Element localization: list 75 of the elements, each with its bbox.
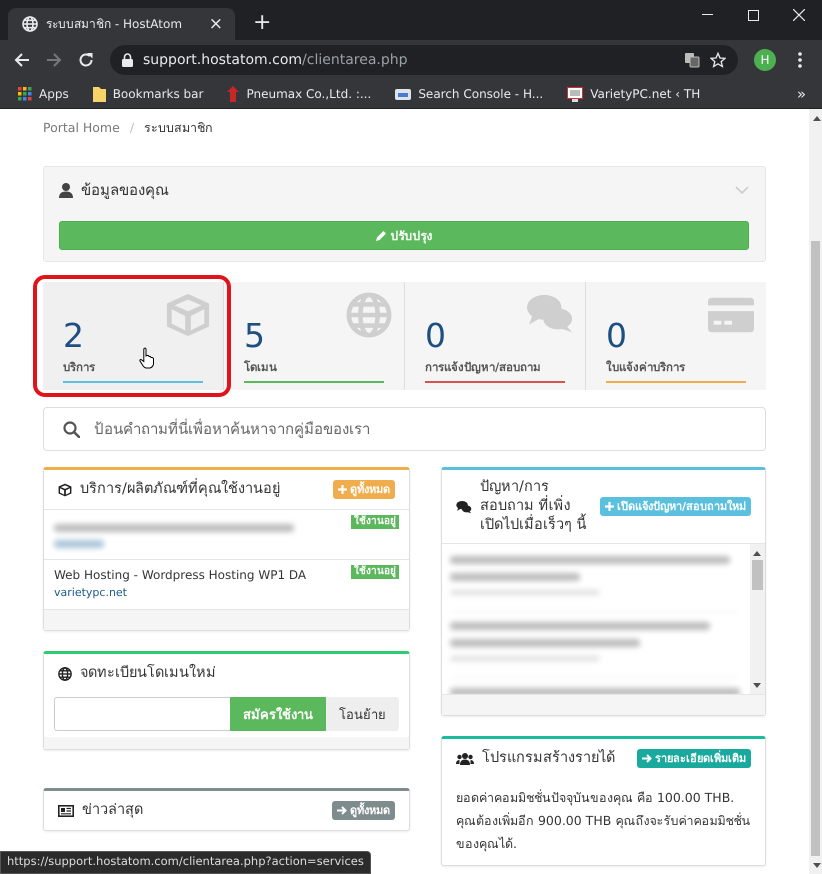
address-bar[interactable]: support.hostatom.com/clientarea.php xyxy=(110,45,738,75)
stat-tile[interactable]: 2 บริการ xyxy=(43,282,223,390)
logo-icon xyxy=(227,86,240,102)
new-tab-button[interactable]: + xyxy=(249,10,276,35)
folder-icon xyxy=(92,86,106,102)
stat-count: 2 xyxy=(63,316,84,356)
bookmark[interactable]: Bookmarks bar xyxy=(84,86,212,102)
panel-title: โปรแกรมสร้างรายได้ xyxy=(482,749,616,768)
apps-grid-icon xyxy=(18,87,32,101)
maximize-icon xyxy=(748,10,758,20)
stat-count: 0 xyxy=(606,316,627,356)
scrollbar[interactable] xyxy=(809,109,822,874)
newspaper-icon xyxy=(58,804,74,816)
lock-icon xyxy=(122,53,133,67)
arrow-right-icon xyxy=(337,806,347,815)
panel-title: ข่าวล่าสุด xyxy=(82,801,144,820)
star-icon xyxy=(710,52,726,68)
breadcrumb-separator: / xyxy=(130,120,134,134)
user-icon xyxy=(59,182,73,198)
stat-tile[interactable]: 5 โดเมน xyxy=(223,282,404,390)
commission-text: ยอดค่าคอมมิชชั่นปัจจุบันของคุณ คือ 100.00 THB. คุณต้องเพิ่มอีก 900.00 THB คุณถึงจะรับค่าคอมมิชชั่นของคุณได้. xyxy=(455,788,752,854)
reload-icon xyxy=(78,52,94,68)
breadcrumb-link[interactable]: ระบบสมาชิก xyxy=(144,120,214,134)
service-name: Web Hosting - Wordpress Hosting WP1 DA xyxy=(54,568,308,582)
globe-icon xyxy=(344,292,394,338)
globe-icon xyxy=(58,666,72,680)
tab-title: ระบบสมาชิก - HostAtom xyxy=(46,16,184,32)
plus-icon xyxy=(604,502,614,511)
bookmark[interactable]: Pneumax Co.,Ltd. :... xyxy=(219,86,380,102)
bookmark[interactable]: Apps xyxy=(10,87,77,101)
panel-title: บริการ/ผลิตภัณฑ์ที่คุณใช้งานอยู่ xyxy=(80,480,325,499)
panel-title: จดทะเบียนโดเมนใหม่ xyxy=(80,664,217,683)
comments-icon xyxy=(456,500,472,514)
stat-count: 0 xyxy=(425,316,446,356)
tab-close-button[interactable]: × xyxy=(206,14,225,34)
arrow-right-icon xyxy=(642,754,652,763)
url-text: support.hostatom.com/clientarea.php xyxy=(143,52,409,68)
domain-link[interactable]: varietypc.net xyxy=(54,586,127,600)
browser-tab[interactable]: ระบบสมาชิก - HostAtom × xyxy=(8,8,235,40)
domain-input[interactable] xyxy=(54,697,230,731)
close-icon xyxy=(793,9,805,21)
status-label: ใช้งานอยู่ xyxy=(351,565,399,579)
search-icon xyxy=(63,421,80,438)
translate-icon xyxy=(684,52,700,68)
more-bookmarks-button[interactable]: » xyxy=(790,84,812,104)
bookmark[interactable]: VarietyPC.net ‹ TH xyxy=(559,86,708,102)
search-field[interactable]: ป้อนคำถามที่นี่เพื่อหาค้นหาจากคู่มือของเรา xyxy=(43,407,766,451)
stat-tile[interactable]: 0 ใบแจ้งค่าบริการ xyxy=(585,282,766,390)
cube-icon xyxy=(58,482,72,496)
bookmark[interactable]: Search Console - H... xyxy=(387,87,552,101)
status-url: https://support.hostatom.com/clientarea.php?action=services xyxy=(0,851,371,874)
panel-title: ข้อมูลของคุณ xyxy=(81,181,170,199)
plus-icon xyxy=(338,485,347,494)
globe-icon xyxy=(22,16,38,32)
users-icon xyxy=(456,752,474,764)
domain-button[interactable]: โอนย้าย xyxy=(326,697,399,731)
stat-label: การแจ้งปัญหา/สอบถาม xyxy=(425,361,542,375)
status-label: ใช้งานอยู่ xyxy=(351,515,399,529)
stat-count: 5 xyxy=(244,316,265,356)
chevron-icon xyxy=(735,186,749,194)
stat-label: โดเมน xyxy=(244,361,277,375)
console-icon xyxy=(395,87,412,101)
minimize-icon xyxy=(702,14,712,16)
scrollbar[interactable] xyxy=(750,544,765,694)
stat-label: ใบแจ้งค่าบริการ xyxy=(606,361,685,375)
hand-cursor-icon xyxy=(139,347,155,369)
monitor-icon xyxy=(567,86,584,102)
panel-title: ปัญหา/การสอบถาม ที่เพิ่งเปิดไปเมื่อเร็วๆ นี้ xyxy=(480,478,588,535)
breadcrumb-link[interactable]: Portal Home xyxy=(43,120,120,134)
stat-tile[interactable]: 0 การแจ้งปัญหา/สอบถาม xyxy=(404,282,585,390)
pencil-icon xyxy=(376,230,386,241)
stat-label: บริการ xyxy=(63,361,95,375)
back-arrow-icon xyxy=(14,52,30,68)
kebab-menu-icon xyxy=(798,52,802,68)
forward-arrow-icon xyxy=(46,52,62,68)
